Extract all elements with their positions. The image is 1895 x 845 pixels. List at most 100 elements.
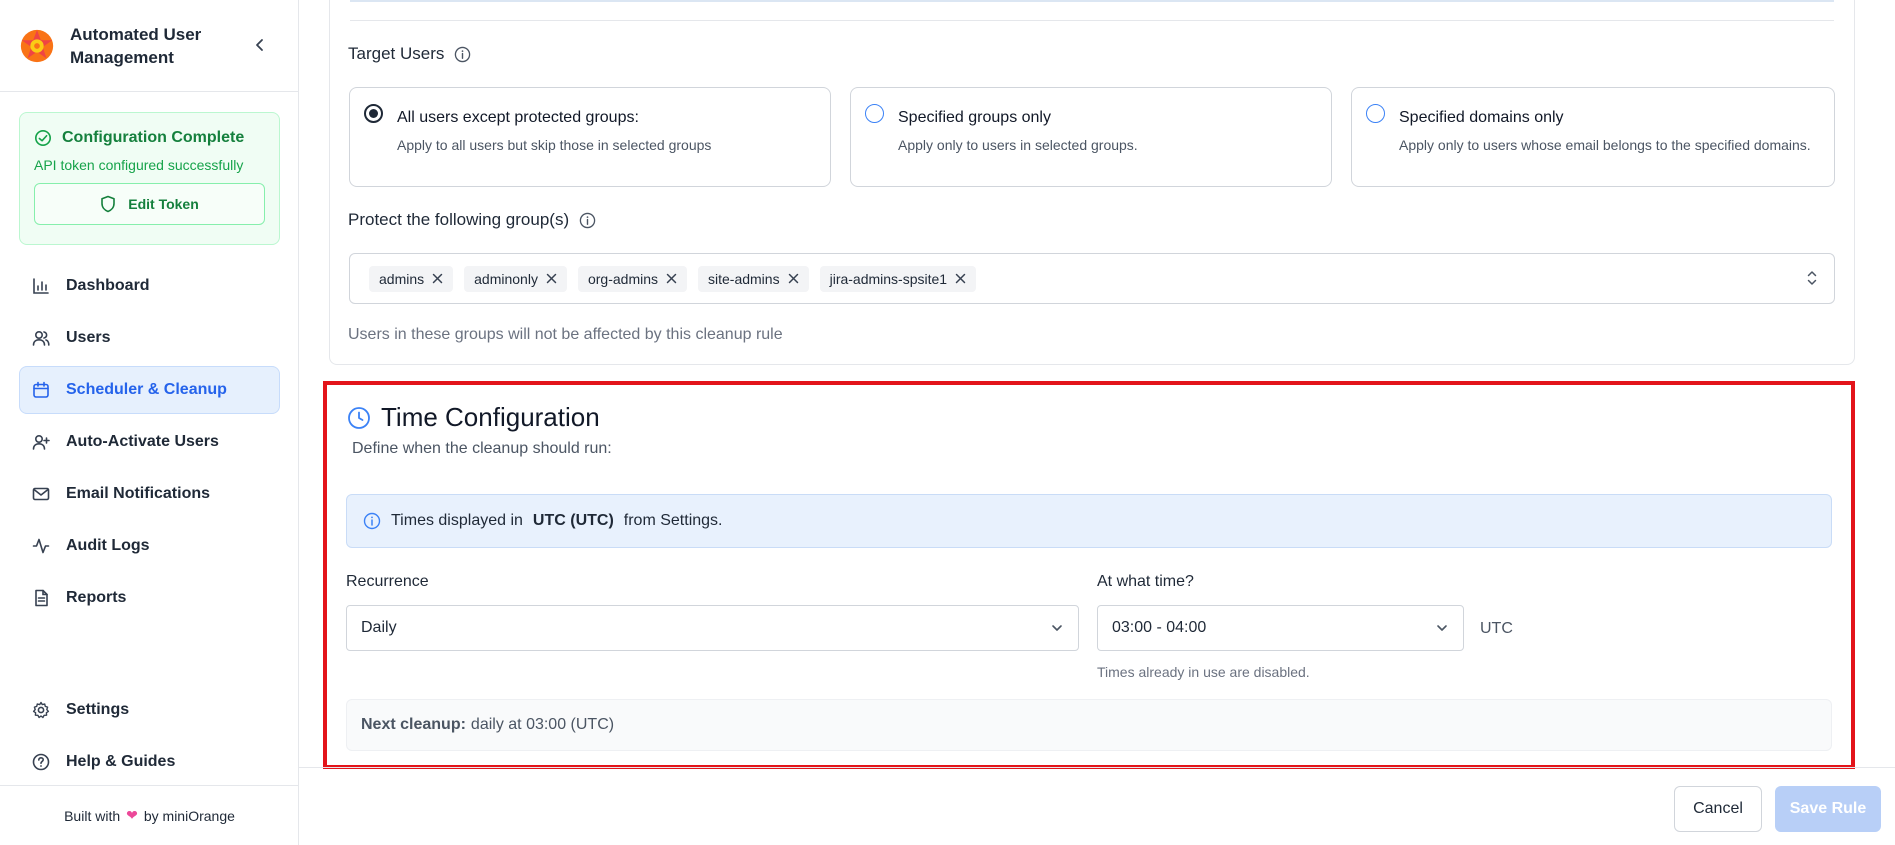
timezone-info-suffix: from Settings. xyxy=(623,512,723,529)
recurrence-select[interactable]: Daily xyxy=(346,605,1079,651)
nav-item-reports[interactable]: Reports xyxy=(19,574,280,622)
group-tag: admins xyxy=(369,265,454,292)
users-icon xyxy=(32,330,50,346)
config-subtitle: API token configured successfully xyxy=(34,157,244,173)
info-icon[interactable] xyxy=(454,46,471,63)
radio-option-description: Apply only to users whose email belongs … xyxy=(1399,137,1811,153)
target-users-panel: Target Users All users except protected … xyxy=(329,0,1855,365)
shield-icon xyxy=(101,195,116,213)
nav-item-audit-logs[interactable]: Audit Logs xyxy=(19,522,280,570)
edit-token-button[interactable]: Edit Token xyxy=(34,183,265,225)
nav-item-users[interactable]: Users xyxy=(19,314,280,362)
next-cleanup-summary: Next cleanup: daily at 03:00 (UTC) xyxy=(346,699,1832,751)
panel-divider xyxy=(350,20,1834,21)
time-slot-select[interactable]: 03:00 - 04:00 xyxy=(1097,605,1464,651)
nav-item-auto-activate-users[interactable]: Auto-Activate Users xyxy=(19,418,280,466)
cancel-button[interactable]: Cancel xyxy=(1674,786,1762,832)
next-cleanup-value: daily at 03:00 (UTC) xyxy=(470,716,615,733)
chevron-left-icon xyxy=(256,39,263,51)
chevron-down-icon xyxy=(1437,625,1447,631)
built-with-prefix: Built with xyxy=(64,807,121,824)
recurrence-label: Recurrence xyxy=(346,573,429,590)
nav-label: Email Notifications xyxy=(66,485,211,502)
time-slot-note: Times already in use are disabled. xyxy=(1097,664,1310,680)
timezone-info-banner: Times displayed in UTC (UTC) from Settin… xyxy=(346,494,1832,548)
protect-groups-label: Protect the following group(s) xyxy=(348,210,596,230)
remove-tag-icon[interactable] xyxy=(955,273,966,284)
check-circle-icon xyxy=(34,129,52,147)
nav-label: Auto-Activate Users xyxy=(66,433,219,450)
nav-item-scheduler-cleanup[interactable]: Scheduler & Cleanup xyxy=(19,366,280,414)
main-content: Target Users All users except protected … xyxy=(299,0,1895,845)
time-unit-label: UTC xyxy=(1480,620,1513,637)
time-slot-value: 03:00 - 04:00 xyxy=(1112,619,1207,636)
radio-option-description: Apply only to users in selected groups. xyxy=(898,137,1138,153)
collapse-sidebar-button[interactable] xyxy=(250,34,270,56)
remove-tag-icon[interactable] xyxy=(666,273,677,284)
target-option-all-except-protected[interactable]: All users except protected groups: Apply… xyxy=(349,87,831,187)
time-configuration-section: Time Configuration Define when the clean… xyxy=(323,381,1855,769)
nav-label: Scheduler & Cleanup xyxy=(66,381,227,398)
nav-label: Audit Logs xyxy=(66,537,150,554)
group-tag: site-admins xyxy=(698,265,809,292)
nav-item-help-guides[interactable]: Help & Guides xyxy=(19,738,280,786)
remove-tag-icon[interactable] xyxy=(788,273,799,284)
target-option-specified-groups[interactable]: Specified groups only Apply only to user… xyxy=(850,87,1332,187)
built-with-suffix: by miniOrange xyxy=(143,807,235,824)
bar-chart-icon xyxy=(33,278,49,294)
time-configuration-title-text: Time Configuration xyxy=(381,402,600,432)
edit-token-label: Edit Token xyxy=(128,196,199,212)
target-users-label: Target Users xyxy=(348,44,471,64)
group-tag: jira-admins-spsite1 xyxy=(819,265,977,292)
radio-button[interactable] xyxy=(865,104,884,123)
nav-label: Dashboard xyxy=(66,277,150,294)
miniorange-logo-icon xyxy=(20,29,54,62)
protect-groups-label-text: Protect the following group(s) xyxy=(348,210,570,229)
recurrence-value: Daily xyxy=(361,619,397,636)
nav-item-dashboard[interactable]: Dashboard xyxy=(19,262,280,310)
secondary-nav: Settings Help & Guides xyxy=(19,686,280,790)
config-title-text: Configuration Complete xyxy=(62,129,245,146)
sidebar: Automated User Management Configuration … xyxy=(0,0,299,845)
remove-tag-icon[interactable] xyxy=(432,273,443,284)
nav-item-settings[interactable]: Settings xyxy=(19,686,280,734)
target-users-label-text: Target Users xyxy=(348,44,445,63)
radio-option-description: Apply to all users but skip those in sel… xyxy=(397,137,712,153)
footer-divider xyxy=(299,767,1895,768)
activity-icon xyxy=(32,538,50,554)
clock-icon xyxy=(348,406,370,429)
timezone-info-value: UTC (UTC) xyxy=(532,512,614,529)
info-icon xyxy=(363,512,381,530)
config-status-title: Configuration Complete xyxy=(34,129,265,147)
protect-groups-helper: Users in these groups will not be affect… xyxy=(348,326,783,343)
chevron-up-down-icon[interactable] xyxy=(1806,268,1818,293)
nav-item-email-notifications[interactable]: Email Notifications xyxy=(19,470,280,518)
gear-icon xyxy=(32,701,50,719)
brand-header: Automated User Management xyxy=(0,0,298,92)
radio-button[interactable] xyxy=(1366,104,1385,123)
radio-button-selected[interactable] xyxy=(364,104,383,123)
calendar-icon xyxy=(33,381,49,398)
configuration-status-card: Configuration Complete API token configu… xyxy=(19,112,280,245)
protected-groups-multiselect[interactable]: admins adminonly org-admins site-admins … xyxy=(349,253,1835,304)
help-circle-icon xyxy=(32,753,50,771)
file-text-icon xyxy=(35,589,48,607)
group-tag-label: org-admins xyxy=(587,270,658,287)
app-title: Automated User Management xyxy=(70,24,202,67)
mail-icon xyxy=(32,487,50,501)
group-tag: org-admins xyxy=(577,265,687,292)
user-plus-icon xyxy=(32,434,50,450)
main-nav: Dashboard Users Scheduler & Cleanup Auto… xyxy=(19,262,280,626)
radio-option-title: Specified domains only xyxy=(1399,109,1564,126)
panel-top-divider xyxy=(350,0,1834,2)
group-tag-label: jira-admins-spsite1 xyxy=(829,270,948,287)
chevron-down-icon xyxy=(1052,625,1062,631)
nav-label: Help & Guides xyxy=(66,753,176,770)
remove-tag-icon[interactable] xyxy=(546,273,557,284)
save-rule-button[interactable]: Save Rule xyxy=(1775,786,1881,832)
heart-icon: ❤ xyxy=(126,807,138,823)
time-configuration-subtitle: Define when the cleanup should run: xyxy=(352,440,612,457)
target-option-specified-domains[interactable]: Specified domains only Apply only to use… xyxy=(1351,87,1835,187)
built-with-footer: Built with ❤ by miniOrange xyxy=(0,785,299,845)
info-icon[interactable] xyxy=(579,212,596,229)
